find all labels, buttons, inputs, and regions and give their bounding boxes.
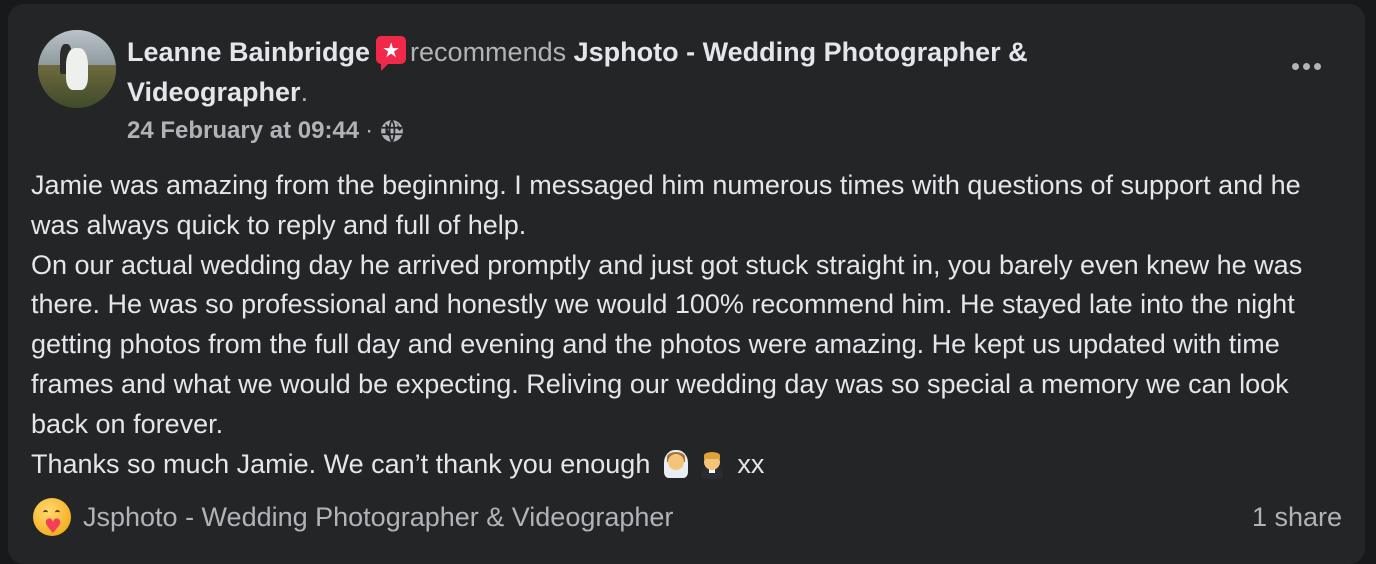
body-paragraph-1: Jamie was amazing from the beginning. I …: [31, 170, 1301, 240]
post-header: Leanne Bainbridge ★ recommends Jsphoto - W…: [127, 32, 1207, 112]
care-hug-icon: ♥: [33, 498, 71, 536]
avatar-bride-figure: [66, 48, 88, 90]
groom-in-tuxedo-emoji: [697, 449, 727, 479]
recommend-star-icon: ★: [376, 36, 407, 71]
author-avatar[interactable]: [38, 30, 116, 108]
body-paragraph-2: On our actual wedding day he arrived pro…: [31, 249, 1303, 439]
post-meta: 24 February at 09:44 ·: [127, 116, 405, 146]
post-timestamp[interactable]: 24 February at 09:44: [127, 116, 359, 146]
footer-page-label[interactable]: Jsphoto - Wedding Photographer & Videogr…: [83, 501, 673, 533]
header-period: .: [300, 77, 309, 107]
body-thanks-text: Thanks so much Jamie. We can’t thank you…: [31, 448, 651, 479]
ellipsis-icon: [1290, 57, 1323, 75]
author-name[interactable]: Leanne Bainbridge: [127, 37, 370, 67]
share-count[interactable]: 1 share: [1252, 501, 1342, 533]
bride-with-veil-emoji: [661, 449, 691, 479]
globe-icon[interactable]: [379, 118, 405, 144]
recommendation-post-card: Leanne Bainbridge ★ recommends Jsphoto - W…: [8, 4, 1365, 564]
action-text: recommends: [410, 37, 567, 67]
meta-separator: ·: [365, 117, 374, 144]
post-footer: ♥ Jsphoto - Wedding Photographer & Video…: [8, 498, 1365, 544]
post-body: Jamie was amazing from the beginning. I …: [31, 166, 1331, 484]
body-signoff: xx: [737, 448, 765, 479]
more-options-button[interactable]: [1278, 46, 1334, 86]
body-paragraph-3: Thanks so much Jamie. We can’t thank you…: [31, 445, 1331, 485]
